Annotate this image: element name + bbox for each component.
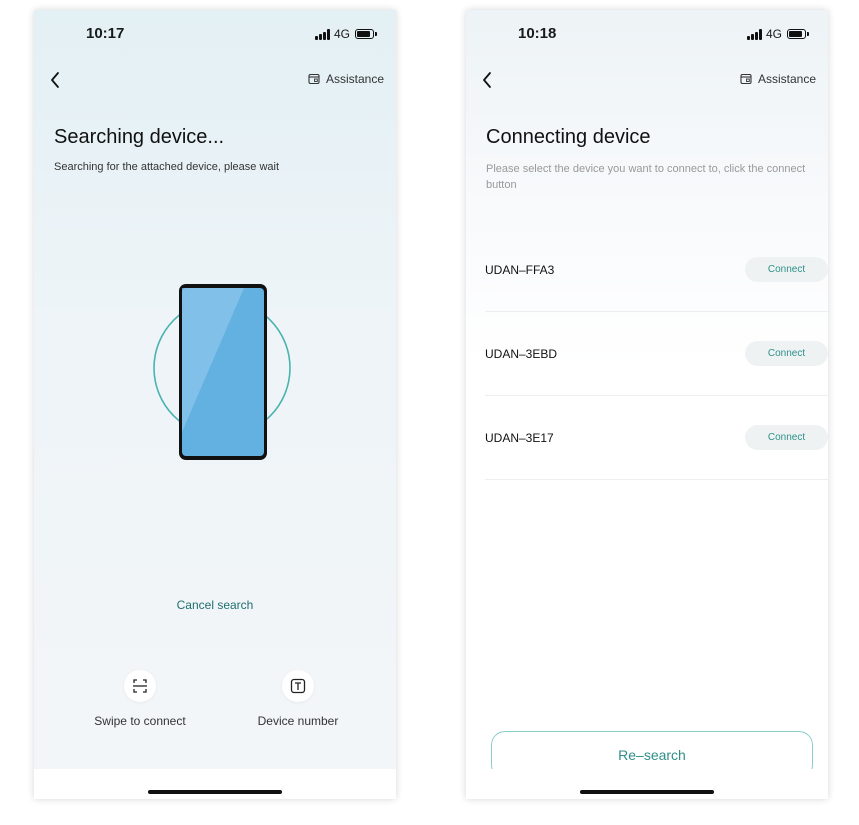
help-card-icon: [308, 73, 320, 85]
chevron-left-icon[interactable]: [46, 70, 66, 90]
searching-screen: 10:17 4G Assistance Searching device... …: [34, 10, 396, 799]
home-bar: [466, 769, 828, 799]
chevron-left-icon[interactable]: [478, 70, 498, 90]
device-row: UDAN–FFA3 Connect: [485, 228, 828, 312]
connect-button[interactable]: Connect: [745, 425, 828, 450]
assistance-label: Assistance: [325, 72, 384, 86]
scan-icon: [124, 670, 156, 702]
device-number-label: Device number: [257, 714, 339, 728]
device-row: UDAN–3EBD Connect: [485, 312, 828, 396]
device-name: UDAN–FFA3: [485, 262, 555, 277]
home-indicator[interactable]: [148, 790, 282, 794]
status-icons: 4G: [746, 27, 809, 41]
battery-icon: [355, 29, 377, 39]
cancel-search-link[interactable]: Cancel search: [34, 598, 396, 612]
page-subtitle: Please select the device you want to con…: [486, 163, 806, 191]
page-title: Searching device...: [54, 126, 225, 148]
help-card-icon: [740, 73, 752, 85]
status-icons: 4G: [314, 27, 377, 41]
page-subtitle: Searching for the attached device, pleas…: [54, 161, 280, 173]
device-list: UDAN–FFA3 Connect UDAN–3EBD Connect UDAN…: [485, 228, 828, 480]
device-row: UDAN–3E17 Connect: [485, 396, 828, 480]
assistance-link[interactable]: Assistance: [308, 72, 384, 86]
signal-icon: [314, 28, 331, 40]
signal-icon: [746, 28, 763, 40]
status-time: 10:17: [86, 25, 125, 42]
network-type: 4G: [765, 27, 782, 41]
assistance-link[interactable]: Assistance: [740, 72, 816, 86]
page-title: Connecting device: [486, 126, 651, 148]
connecting-screen: 10:18 4G Assistance Connecting device Pl…: [466, 10, 828, 799]
battery-icon: [787, 29, 809, 39]
home-bar: [34, 769, 396, 799]
device-name: UDAN–3EBD: [485, 346, 558, 361]
network-type: 4G: [333, 27, 350, 41]
assistance-label: Assistance: [757, 72, 816, 86]
connect-button[interactable]: Connect: [745, 257, 828, 282]
connect-button[interactable]: Connect: [745, 341, 828, 366]
status-time: 10:18: [518, 25, 557, 42]
device-number-option[interactable]: Device number: [238, 670, 358, 728]
device-name: UDAN–3E17: [485, 430, 554, 445]
home-indicator[interactable]: [580, 790, 714, 794]
swipe-to-connect-option[interactable]: Swipe to connect: [80, 670, 200, 728]
phone-search-illustration: [153, 284, 291, 460]
swipe-to-connect-label: Swipe to connect: [94, 714, 186, 728]
text-box-icon: [282, 670, 314, 702]
